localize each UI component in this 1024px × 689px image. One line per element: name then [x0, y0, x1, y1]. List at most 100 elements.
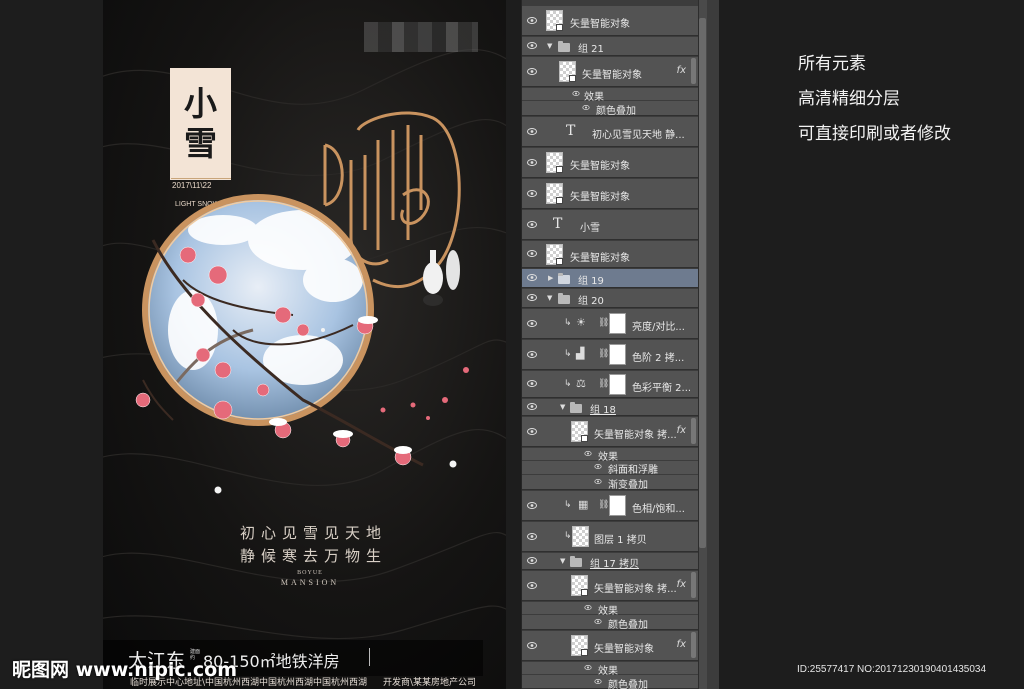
eye-icon	[527, 557, 537, 564]
expand-triangle-icon[interactable]: ▼	[547, 42, 552, 50]
layer-row[interactable]: 矢量智能对象 拷... fx	[522, 417, 698, 447]
visibility-toggle[interactable]	[522, 117, 542, 146]
eye-icon[interactable]	[584, 665, 592, 670]
visibility-toggle[interactable]	[522, 179, 542, 208]
effects-row[interactable]: 效果	[522, 602, 698, 617]
fx-icon[interactable]: fx	[677, 65, 686, 76]
link-icon[interactable]: ⛓	[598, 500, 609, 510]
effects-row[interactable]: 效果	[522, 662, 698, 677]
effect-item-row[interactable]: 颜色叠加	[522, 101, 698, 117]
expand-triangle-icon[interactable]: ▼	[560, 557, 565, 565]
image-id: ID:25577417 NO:20171230190401435034	[797, 664, 987, 675]
eye-icon	[527, 319, 537, 327]
layer-row[interactable]: ↳ 图层 1 拷贝	[522, 522, 698, 552]
layer-row[interactable]: 矢量智能对象	[522, 241, 698, 268]
visibility-toggle[interactable]	[522, 57, 542, 86]
visibility-toggle[interactable]	[522, 340, 542, 369]
visibility-toggle[interactable]	[522, 309, 542, 338]
eye-icon[interactable]	[582, 105, 590, 110]
expand-triangle-icon[interactable]: ▼	[560, 403, 565, 411]
folder-icon	[570, 402, 582, 413]
eye-icon[interactable]	[584, 605, 592, 610]
clip-arrow-icon: ↳	[564, 500, 572, 510]
effect-item-row[interactable]: 斜面和浮雕	[522, 461, 698, 476]
layer-row-selected[interactable]: ▶ 组 19	[522, 269, 698, 288]
fx-icon[interactable]: fx	[677, 425, 686, 436]
smart-object-badge-icon	[556, 197, 563, 204]
layer-row[interactable]: ▼ 组 20	[522, 289, 698, 308]
layer-row[interactable]: 矢量智能对象	[522, 148, 698, 178]
visibility-toggle[interactable]	[522, 399, 542, 415]
eye-icon[interactable]	[584, 451, 592, 456]
layer-row[interactable]: 矢量智能对象	[522, 179, 698, 209]
layer-row[interactable]: 矢量智能对象 fx	[522, 631, 698, 661]
layer-name: 矢量智能对象 拷...	[594, 430, 676, 441]
layer-row[interactable]: 矢量智能对象 fx	[522, 57, 698, 87]
layer-row[interactable]: ▼ 组 21	[522, 37, 698, 56]
row-scrollbar[interactable]	[691, 58, 696, 84]
visibility-toggle[interactable]	[522, 241, 542, 267]
eye-icon	[527, 403, 537, 410]
visibility-toggle[interactable]	[522, 371, 542, 397]
effects-row[interactable]: 效果	[522, 88, 698, 103]
smart-object-thumbnail	[571, 635, 588, 656]
layer-name: 矢量智能对象 拷...	[594, 584, 676, 595]
layer-row[interactable]: T 初心见雪见天地 静...	[522, 117, 698, 147]
layers-scrollbar-thumb[interactable]	[699, 18, 706, 548]
link-icon[interactable]: ⛓	[598, 318, 609, 328]
layer-row[interactable]: ▼ 组 17 拷贝	[522, 553, 698, 570]
layer-mask-thumbnail[interactable]	[609, 313, 626, 334]
layer-mask-thumbnail[interactable]	[609, 495, 626, 516]
layer-row[interactable]: ↳ ⚖ ⛓ 色彩平衡 2...	[522, 371, 698, 398]
effects-row[interactable]: 效果	[522, 448, 698, 463]
eye-icon[interactable]	[594, 679, 602, 684]
group-name: 组 21	[578, 44, 604, 55]
visibility-toggle[interactable]	[522, 417, 542, 446]
layer-row[interactable]: ↳ ▟ ⛓ 色阶 2 拷...	[522, 340, 698, 370]
eye-icon	[527, 189, 537, 197]
visibility-toggle[interactable]	[522, 491, 542, 520]
layer-mask-thumbnail[interactable]	[609, 344, 626, 365]
eye-icon	[527, 294, 537, 301]
feature-line-1: 所有元素	[798, 54, 866, 74]
visibility-toggle[interactable]	[522, 37, 542, 55]
effect-item-row[interactable]: 颜色叠加	[522, 615, 698, 631]
text-layer-icon: T	[553, 216, 563, 232]
fx-icon[interactable]: fx	[677, 579, 686, 590]
expand-triangle-icon[interactable]: ▼	[547, 294, 552, 302]
smart-object-thumbnail	[546, 244, 563, 265]
fx-icon[interactable]: fx	[677, 639, 686, 650]
clip-arrow-icon: ↳	[564, 318, 572, 328]
visibility-toggle[interactable]	[522, 571, 542, 600]
row-scrollbar[interactable]	[691, 632, 696, 658]
eye-icon	[527, 501, 537, 509]
visibility-toggle[interactable]	[522, 148, 542, 177]
layer-mask-thumbnail[interactable]	[609, 374, 626, 395]
visibility-toggle[interactable]	[522, 631, 542, 660]
layer-row[interactable]: ▼ 组 18	[522, 399, 698, 416]
eye-icon[interactable]	[594, 619, 602, 624]
layer-row[interactable]: 矢量智能对象	[522, 6, 698, 36]
eye-icon[interactable]	[594, 479, 602, 484]
visibility-toggle[interactable]	[522, 289, 542, 307]
visibility-toggle[interactable]	[522, 210, 542, 239]
row-scrollbar[interactable]	[691, 418, 696, 444]
visibility-toggle[interactable]	[522, 522, 542, 551]
link-icon[interactable]: ⛓	[598, 379, 609, 389]
layer-row[interactable]: 矢量智能对象 拷... fx	[522, 571, 698, 601]
visibility-toggle[interactable]	[522, 553, 542, 569]
visibility-toggle[interactable]	[522, 6, 542, 35]
eye-icon[interactable]	[572, 91, 580, 96]
row-scrollbar[interactable]	[691, 572, 696, 598]
eye-icon[interactable]	[594, 464, 602, 469]
link-icon[interactable]: ⛓	[598, 349, 609, 359]
layer-row[interactable]: T 小雪	[522, 210, 698, 240]
effect-item-row[interactable]: 渐变叠加	[522, 475, 698, 491]
visibility-toggle[interactable]	[522, 269, 542, 287]
layer-row[interactable]: ↳ ☀ ⛓ 亮度/对比...	[522, 309, 698, 339]
image-thumbnail	[572, 526, 589, 547]
collapse-triangle-icon[interactable]: ▶	[548, 274, 553, 282]
layer-name: 色彩平衡 2...	[632, 383, 692, 394]
effect-item-row[interactable]: 颜色叠加	[522, 675, 698, 689]
layer-row[interactable]: ↳ ▦ ⛓ 色相/饱和...	[522, 491, 698, 521]
